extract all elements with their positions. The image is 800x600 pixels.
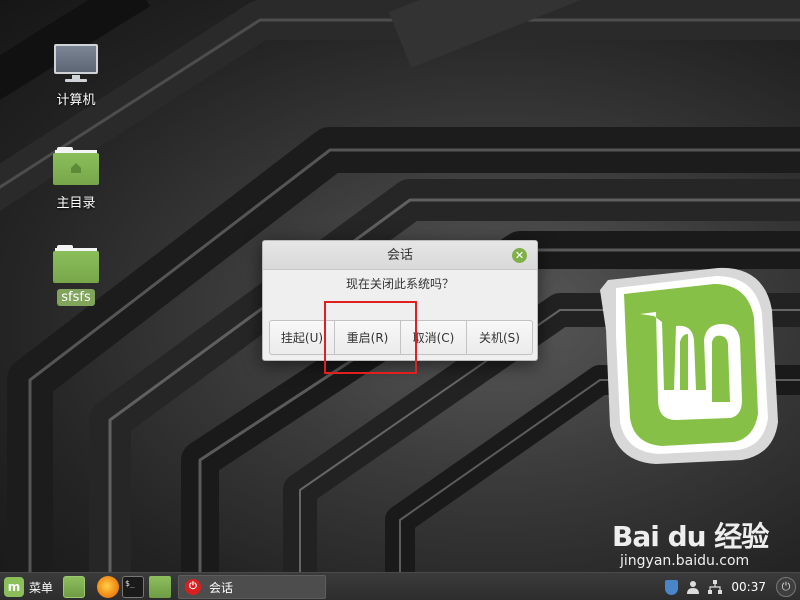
show-desktop-icon[interactable] [63, 576, 85, 598]
menu-label: 菜单 [29, 580, 54, 595]
firefox-icon[interactable] [97, 576, 119, 598]
annotation-highlight-box [324, 301, 417, 374]
shield-icon[interactable] [663, 579, 679, 595]
linux-mint-logo [600, 267, 778, 464]
terminal-icon[interactable]: $_ [122, 576, 144, 598]
shutdown-icon[interactable]: ⏻ [776, 577, 796, 597]
files-icon[interactable] [149, 576, 171, 598]
folder-icon [53, 245, 99, 285]
taskbar-item-session[interactable]: ⏻ 会话 [178, 575, 326, 599]
desktop-icon-label: 主目录 [56, 196, 96, 211]
mint-menu-icon: m [4, 577, 24, 597]
close-icon[interactable]: ✕ [512, 248, 527, 263]
user-icon[interactable] [685, 579, 701, 595]
dialog-message: 现在关闭此系统吗？ [345, 277, 454, 291]
dialog-title: 会话 [386, 248, 413, 263]
bottom-panel: m 菜单 $_ ⏻ 会话 00:37 ⏻ [0, 572, 800, 600]
home-folder-icon [53, 147, 99, 187]
desktop-icon-label: 计算机 [56, 93, 96, 108]
computer-icon [53, 44, 99, 84]
desktop-icon-label: sfsfs [57, 289, 95, 306]
clock[interactable]: 00:37 [731, 580, 766, 594]
dialog-titlebar[interactable]: 会话 ✕ [263, 241, 537, 270]
watermark-site: jingyan.baidu.com [620, 553, 750, 569]
watermark-brand: Bai du 经验 [612, 520, 769, 553]
menu-button[interactable]: m 菜单 [4, 576, 53, 598]
desktop-icon-computer[interactable]: 计算机 [36, 44, 116, 109]
taskbar-item-label: 会话 [209, 580, 234, 595]
desktop-icon-sfsfs[interactable]: sfsfs [36, 245, 116, 306]
system-tray: 00:37 ⏻ [663, 573, 800, 600]
watermark: Bai du 经验 jingyan.baidu.com [612, 515, 769, 569]
network-icon[interactable] [707, 579, 723, 595]
power-icon: ⏻ [185, 579, 201, 595]
shutdown-button[interactable]: 关机(S) [467, 320, 533, 355]
desktop-icon-home[interactable]: 主目录 [36, 147, 116, 212]
